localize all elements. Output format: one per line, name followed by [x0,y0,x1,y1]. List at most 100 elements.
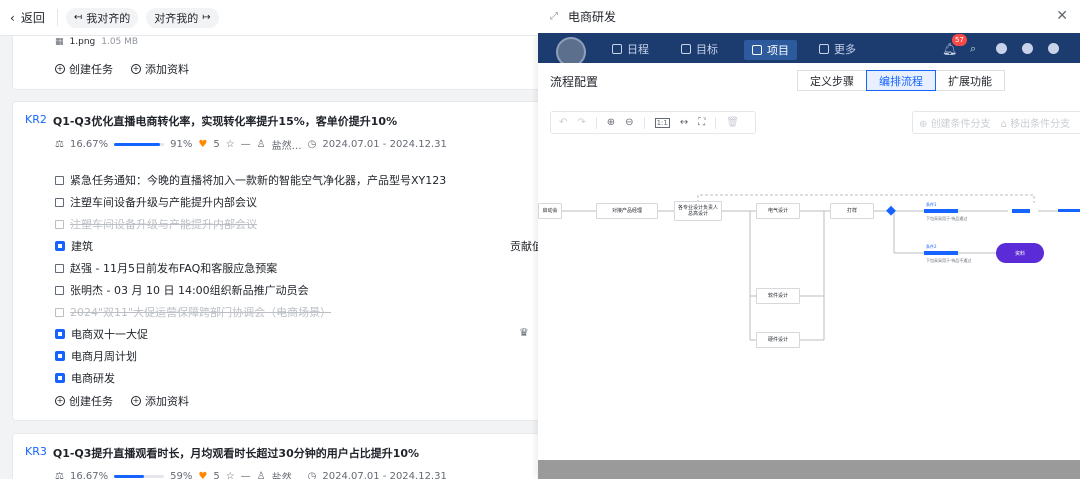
kr2-weight: 16.67% [69,139,109,150]
kr3-title: Q1-Q3提升直播观看时长，月均观看时长超过30分钟的用户占比提升10% [52,447,420,460]
help-icon[interactable] [1048,43,1059,54]
segment-orchestrate-flow[interactable]: 编排流程 [866,70,936,91]
project-icon [55,373,65,383]
create-branch-button[interactable]: ⊕ 创建条件分支 [919,115,991,130]
flow-node-kickoff[interactable]: 启动会 [538,203,562,219]
task-item[interactable]: 紧急任务通知：今晚的直播将加入一款新的智能空气净化器，产品型号XY123 [55,172,446,188]
flow-node-sample[interactable]: 打样 [830,203,874,219]
plus-circle-icon: + [55,64,65,74]
segment-extensions[interactable]: 扩展功能 [935,70,1005,91]
add-material-button[interactable]: + 添加资料 [131,393,189,409]
attachment-row[interactable]: ▦ 1.png 1.05 MB [55,37,138,47]
branch1-label[interactable]: 条件1 [926,202,937,208]
flow-node-hardware[interactable]: 硬件设计 [756,332,800,348]
checkbox-checked[interactable] [55,219,64,229]
task-item-done[interactable]: 注塑车间设备升级与产能提升内部会议 [55,216,257,232]
checkbox[interactable] [55,197,64,207]
kr2-owner[interactable]: 盐然… [272,137,302,152]
drawer-title: 电商研发 [568,9,617,24]
kr2-likes: 5 [213,139,220,150]
kr2-progress-label: 91% [170,139,193,150]
trophy-icon[interactable]: ♛ [519,326,529,339]
segment-define-steps[interactable]: 定义步骤 [797,70,867,91]
download-icon[interactable] [996,43,1007,54]
project-text: 电商双十一大促 [71,328,148,341]
back-label: 返回 [20,11,45,25]
delete-icon[interactable]: 🗑︎ [726,117,739,128]
nav-tab-goals[interactable]: 目标 [681,41,718,57]
kr3-owner[interactable]: 盐然… [272,469,302,479]
star-icon[interactable]: ☆ [226,139,235,150]
project-text: 电商研发 [71,372,115,385]
create-task-button[interactable]: + 创建任务 [55,61,113,77]
kr3-title-row[interactable]: KR3 Q1-Q3提升直播观看时长，月均观看时长超过30分钟的用户占比提升10% [25,445,419,461]
calendar-icon [612,44,622,54]
kr3-progress-label: 59% [170,471,193,479]
flow-node-software[interactable]: 软件设计 [756,288,800,304]
checkbox[interactable] [55,285,64,295]
flow-node-pm[interactable]: 对接产品经理 [596,203,658,219]
user-icon: ♙ [256,471,266,479]
align-out-icon: ↦ [202,12,211,23]
star-icon[interactable]: ☆ [226,471,235,479]
task-text: 张明杰 - 03 月 10 日 14:00组织新品推广动员会 [70,284,309,297]
section-title: 流程配置 [550,75,599,89]
fit-width-icon[interactable]: ↔ [680,117,688,128]
task-item[interactable]: 注塑车间设备升级与产能提升内部会议 [55,194,257,210]
chevron-left-icon: ‹ [10,10,15,25]
plus-circle-icon: + [131,396,141,406]
kr3-progress-bar [114,475,165,478]
project-item[interactable]: 建筑 [55,238,93,254]
actual-size-icon[interactable]: 1:1 [654,117,670,128]
heart-icon[interactable]: ♥ [198,139,207,150]
aligned-to-me-button[interactable]: 对齐我的 ↦ [146,7,219,28]
branch2-desc: 下包采采用于·待品不通过 [926,258,972,263]
checkbox-checked[interactable] [55,307,64,317]
settings-icon[interactable] [1022,43,1033,54]
kr3-star-text: — [240,471,251,479]
align-in-icon: ↤ [73,12,83,23]
task-item[interactable]: 赵强 - 11月5日前发布FAQ和客服应急预案 [55,260,277,276]
branch2-label[interactable]: 条件2 [926,244,937,250]
expand-icon[interactable]: ⤢ [550,11,558,22]
kr1-actions: + 创建任务 + 添加资料 [55,61,189,77]
nav-tab-projects[interactable]: 项目 [744,40,797,60]
checkbox[interactable] [55,175,64,185]
kr3-card: KR3 Q1-Q3提升直播观看时长，月均观看时长超过30分钟的用户占比提升10%… [12,433,538,479]
project-text: 电商月周计划 [71,350,137,363]
task-text: 2024"双11"大促运营保障跨部门协调会（电商场景） [70,306,332,319]
zoom-in-icon[interactable]: ⊕ [607,117,615,128]
task-item-done[interactable]: 2024"双11"大促运营保障跨部门协调会（电商场景） [55,304,331,320]
fit-screen-icon[interactable]: ⛶ [698,117,705,128]
nav-tab-more[interactable]: 更多 [819,41,856,57]
add-material-button[interactable]: + 添加资料 [131,61,189,77]
flow-end-node[interactable]: 资料 [996,243,1044,263]
task-item[interactable]: 张明杰 - 03 月 10 日 14:00组织新品推广动员会 [55,282,309,298]
nav-tab-schedule[interactable]: 日程 [612,41,649,57]
clock-icon: ◷ [307,139,317,150]
heart-icon[interactable]: ♥ [198,471,207,479]
redo-icon[interactable]: ↷ [577,117,585,128]
create-task-button[interactable]: + 创建任务 [55,393,113,409]
task-text: 注塑车间设备升级与产能提升内部会议 [70,196,257,209]
kr2-title-row[interactable]: KR2 Q1-Q3优化直播电商转化率，实现转化率提升15%，客单价提升10% [25,113,397,129]
project-item[interactable]: 电商研发 [55,370,115,386]
app-avatar[interactable] [556,37,586,63]
undo-icon[interactable]: ↶ [559,117,567,128]
project-item[interactable]: 电商双十一大促 [55,326,148,342]
checkbox[interactable] [55,263,64,273]
flow-canvas[interactable]: 启动会 对接产品经理 各专业设计负责人 总高设计 电气设计 打样 软件设计 硬件… [538,140,1080,460]
kr2-title: Q1-Q3优化直播电商转化率，实现转化率提升15%，客单价提升10% [52,115,398,128]
kr2-tag: KR2 [25,113,47,126]
close-icon[interactable]: ✕ [1056,8,1068,24]
flow-node-design-lead[interactable]: 各专业设计负责人 总高设计 [674,201,722,221]
back-button[interactable]: ‹ 返回 [10,9,58,26]
flow-node-electrical[interactable]: 电气设计 [756,203,800,219]
remove-branch-button[interactable]: ⌂ 移出条件分支 [1001,115,1071,130]
drawer-footer [538,460,1080,479]
zoom-out-icon[interactable]: ⊖ [625,117,633,128]
grid-icon [819,44,829,54]
search-icon[interactable]: ⌕ [970,42,976,56]
project-item[interactable]: 电商月周计划 [55,348,137,364]
aligned-by-me-button[interactable]: ↤ 我对齐的 [65,7,139,28]
